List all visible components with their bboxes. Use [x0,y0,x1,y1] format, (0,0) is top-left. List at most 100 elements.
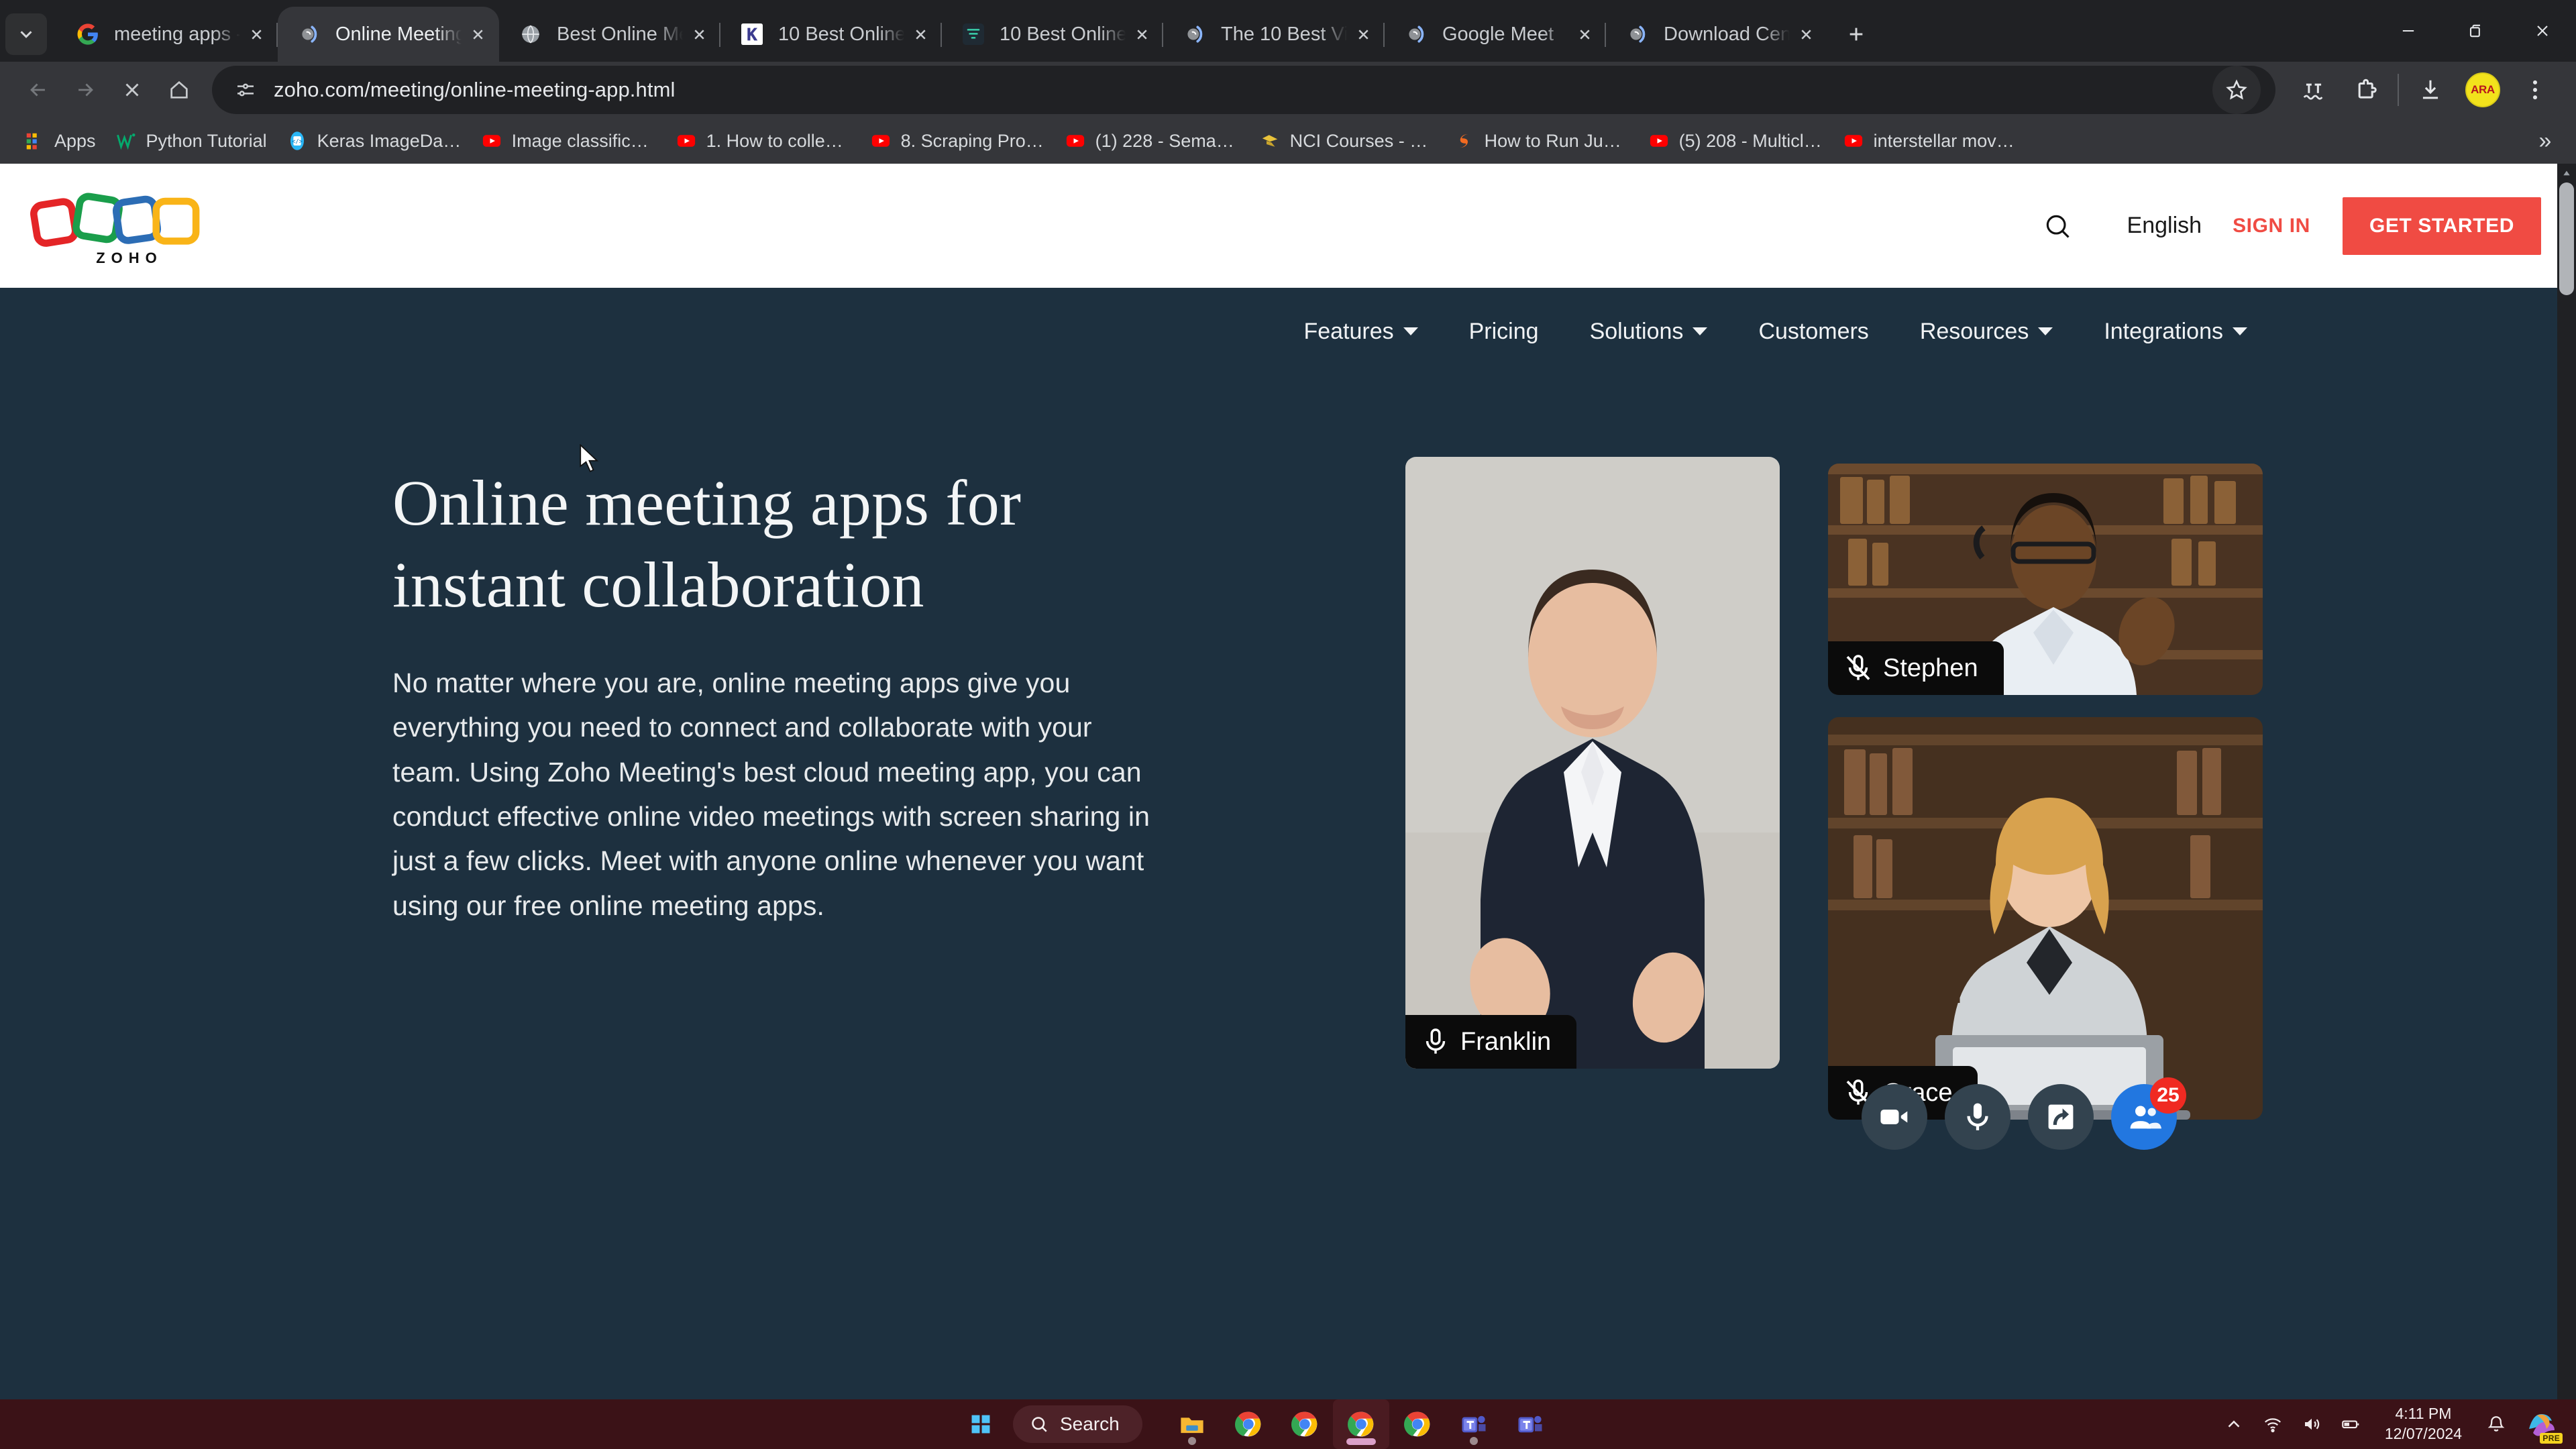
apps-grid-icon [23,129,46,152]
bookmark-item[interactable]: NCI Courses - H9PR... [1249,122,1444,160]
close-icon[interactable] [1348,19,1378,49]
participant-tile-top-right[interactable]: Stephen [1828,464,2263,695]
page-scrollbar[interactable] [2557,164,2576,1399]
sign-in-link[interactable]: SIGN IN [2233,215,2310,237]
bookmark-label: Apps [54,130,96,151]
url-text[interactable]: zoho.com/meeting/online-meeting-app.html [274,78,675,102]
youtube-icon [480,129,503,152]
stop-loading-icon[interactable] [109,66,156,113]
browser-menu-icon[interactable] [2509,64,2561,116]
nav-item[interactable]: Customers [1758,319,1868,345]
browser-tab[interactable]: meeting apps - Goo [56,7,278,62]
taskbar-chrome-window-2[interactable] [1277,1399,1333,1449]
bookmark-label: interstellar movie -... [1873,130,2018,151]
taskbar-search-label: Search [1060,1413,1120,1434]
share-screen-button[interactable] [2028,1084,2094,1150]
browser-tab[interactable]: 10 Best Online Meet [942,7,1163,62]
scrollbar-thumb[interactable] [2559,182,2574,295]
get-started-button[interactable]: GET STARTED [2342,197,2541,255]
bookmark-item[interactable]: (1) 228 - Semantic s... [1055,122,1249,160]
bookmark-item[interactable]: Apps [13,122,105,160]
meeting-controls: 25 [1862,1077,2186,1150]
home-icon[interactable] [156,66,203,113]
close-icon[interactable] [1791,19,1821,49]
close-icon[interactable] [463,19,492,49]
taskbar-chrome-window-4[interactable] [1389,1399,1446,1449]
bookmark-item[interactable]: Image classification... [471,122,665,160]
wifi-icon[interactable] [2253,1399,2292,1449]
copilot-icon[interactable]: PRE [2522,1406,2563,1444]
nav-item[interactable]: Pricing [1469,319,1539,345]
bookmarks-bar: Apps Python Tutorial </> Keras ImageDataGe.… [0,118,2576,164]
close-icon[interactable] [1570,19,1599,49]
clock-date: 12/07/2024 [2384,1425,2462,1442]
tab-strip: meeting apps - Goo Online Meeting App Best… [0,0,2576,62]
bookmark-item[interactable]: </> Keras ImageDataGe... [276,122,471,160]
taskbar-teams-2[interactable] [1502,1399,1558,1449]
restore-button[interactable] [2442,0,2509,62]
volume-icon[interactable] [2292,1399,2331,1449]
bookmark-item[interactable]: How to Run Jupyter... [1444,122,1638,160]
new-tab-button[interactable] [1834,12,1878,56]
taskbar-file-explorer[interactable] [1164,1399,1220,1449]
taskbar-search[interactable]: Search [1013,1405,1142,1443]
zoho-meeting-icon [1182,21,1208,47]
taskbar-chrome-window-1[interactable] [1220,1399,1277,1449]
search-icon[interactable] [2029,198,2086,254]
language-selector[interactable]: English [2127,213,2202,239]
bookmark-star-icon[interactable] [2212,66,2261,114]
close-icon[interactable] [684,19,714,49]
battery-icon[interactable] [2331,1399,2370,1449]
browser-tab[interactable]: Best Online Meeting [499,7,720,62]
taskbar-clock[interactable]: 4:11 PM 12/07/2024 [2385,1404,2462,1444]
nav-item[interactable]: Solutions [1590,319,1708,345]
camera-button[interactable] [1862,1084,1927,1150]
close-icon[interactable] [241,19,271,49]
browser-tab[interactable]: 10 Best Online Meet [720,7,942,62]
participant-tile-bottom-right[interactable]: Grace [1828,717,2263,1120]
nav-item[interactable]: Resources [1920,319,2053,345]
profile-avatar[interactable]: ARA [2457,64,2509,116]
taskbar-teams-1[interactable] [1446,1399,1502,1449]
chevron-up-icon[interactable] [2214,1399,2253,1449]
close-button[interactable] [2509,0,2576,62]
tab-label: Best Online Meeting [557,23,684,45]
browser-tab[interactable]: The 10 Best Video M [1163,7,1385,62]
bookmark-item[interactable]: 8. Scraping Product... [860,122,1055,160]
start-button[interactable] [955,1399,1006,1449]
bookmark-item[interactable]: interstellar movie -... [1833,122,2027,160]
address-bar[interactable]: zoho.com/meeting/online-meeting-app.html [212,66,2275,114]
bell-icon[interactable] [2477,1399,2516,1449]
close-icon[interactable] [906,19,935,49]
browser-tab[interactable]: Online Meeting App [278,7,499,62]
active-indicator [1346,1438,1376,1445]
close-icon[interactable] [1127,19,1157,49]
zoho-logo[interactable]: ZOHO [27,185,215,267]
participant-tile-main[interactable]: Franklin [1405,457,1780,1069]
tab-label: Online Meeting App [335,23,463,45]
taskbar-chrome-window-3[interactable] [1332,1399,1389,1449]
tab-search-button[interactable] [5,13,47,55]
microphone-button[interactable] [1945,1084,2010,1150]
chevron-down-icon [2233,327,2247,335]
minimize-button[interactable] [2375,0,2442,62]
browser-tab[interactable]: Download Center fo [1606,7,1827,62]
nav-item[interactable]: Integrations [2104,319,2247,345]
forward-icon[interactable] [62,66,109,113]
running-indicator [1469,1437,1478,1445]
participants-button[interactable]: 25 [2111,1077,2186,1150]
extensions-icon[interactable] [2340,64,2392,116]
nav-item[interactable]: Features [1303,319,1418,345]
bookmark-item[interactable]: Python Tutorial [105,122,276,160]
zoho-wordmark: ZOHO [96,249,163,266]
bookmarks-overflow-button[interactable]: » [2525,122,2565,160]
browser-tab[interactable]: Google Meet [1385,7,1606,62]
back-icon[interactable] [15,66,62,113]
bookmark-item[interactable]: (5) 208 - Multiclass... [1638,122,1833,160]
bookmark-item[interactable]: 1. How to collect Im... [665,122,860,160]
languagetool-icon[interactable] [2288,64,2340,116]
site-settings-icon[interactable] [227,71,264,109]
scroll-up-arrow[interactable] [2557,164,2576,182]
zoho-meeting-icon [1403,21,1429,47]
downloads-icon[interactable] [2404,64,2457,116]
